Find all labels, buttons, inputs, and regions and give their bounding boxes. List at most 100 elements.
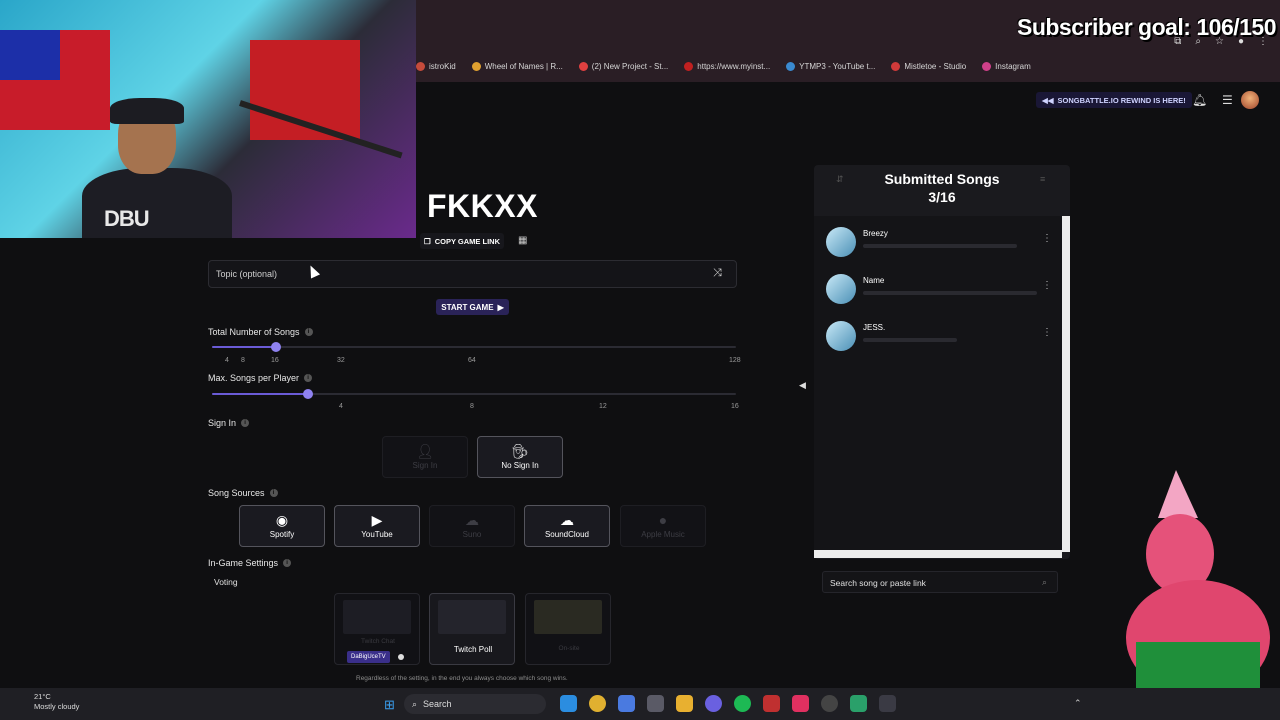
game-title: FKKXX (427, 188, 538, 224)
source-apple-music[interactable]: ● Apple Music (620, 505, 706, 547)
max-songs-label: Max. Songs per Player i (208, 373, 313, 383)
bookmark-item[interactable]: istroKid (416, 61, 456, 71)
song-placeholder-bar (863, 338, 957, 342)
spotify-icon: ◉ (275, 512, 289, 528)
list-item[interactable]: JESS. ⋮ (826, 321, 1056, 355)
chevron-up-icon[interactable]: ⌃ (1074, 698, 1082, 709)
avatar[interactable] (1241, 91, 1259, 109)
shirt-logo: DBU (104, 206, 150, 231)
song-avatar (826, 321, 856, 351)
list-item[interactable]: Name ⋮ (826, 274, 1056, 308)
bookmark-item[interactable]: (2) New Project - St... (578, 61, 668, 71)
streamer-cap (110, 98, 184, 124)
taskbar-search[interactable]: ⌕ Search (404, 694, 546, 714)
more-options-icon[interactable]: ⋮ (1042, 233, 1052, 244)
copy-game-link-button[interactable]: ❐ COPY GAME LINK (420, 233, 504, 249)
star-icon[interactable]: ☆ (1215, 36, 1224, 47)
overlay-character-image (1106, 470, 1280, 700)
soundcloud-icon: ☁ (560, 512, 574, 528)
more-icon[interactable]: ⋮ (1258, 36, 1268, 47)
start-game-button[interactable]: START GAME ▶ (436, 299, 509, 315)
settings-icon[interactable] (647, 695, 664, 712)
obs-icon[interactable] (821, 695, 838, 712)
info-icon[interactable]: i (283, 559, 292, 567)
spotify-icon[interactable] (734, 695, 751, 712)
info-icon[interactable]: i (269, 489, 278, 497)
rewind-banner-button[interactable]: ◀◀ SONGBATTLE.IO REWIND IS HERE! (1036, 92, 1192, 108)
voting-label: Voting (214, 577, 238, 587)
bell-icon[interactable]: 🔔︎ (1192, 93, 1207, 107)
bookmark-favicon-icon (578, 61, 588, 71)
horizontal-scrollbar[interactable] (814, 550, 1062, 558)
windows-start-icon[interactable]: ⊞ (384, 697, 395, 713)
topic-input[interactable] (208, 260, 737, 288)
copilot-icon[interactable] (618, 695, 635, 712)
twitch-poll-preview (438, 600, 506, 634)
chrome-icon[interactable] (589, 695, 606, 712)
extension-icon[interactable]: ⧉ (1174, 36, 1181, 47)
youtube-icon: ▶ (371, 512, 383, 528)
copy-icon: ❐ (423, 236, 431, 246)
info-icon[interactable]: i (304, 328, 313, 336)
list-item[interactable]: Breezy ⋮ (826, 227, 1056, 261)
edge-icon[interactable] (560, 695, 577, 712)
discord-icon[interactable] (705, 695, 722, 712)
app-icon[interactable] (763, 695, 780, 712)
topic-placeholder: Topic (optional) (216, 269, 278, 279)
source-soundcloud[interactable]: ☁ SoundCloud (524, 505, 610, 547)
twitch-chat-preview (343, 600, 411, 634)
vertical-scrollbar[interactable] (1062, 216, 1070, 552)
song-avatar (826, 274, 856, 304)
whatsapp-icon[interactable] (850, 695, 867, 712)
suno-icon: ☁ (465, 512, 479, 528)
bookmark-favicon-icon (982, 61, 992, 71)
in-game-settings-label: In-Game Settings i (208, 558, 292, 568)
tiktok-icon[interactable] (792, 695, 809, 712)
slider-tick: 32 (337, 357, 345, 364)
weather-widget[interactable]: 21°C Mostly cloudy (10, 692, 79, 712)
voting-on-site[interactable]: On-site (525, 593, 611, 665)
voting-twitch-poll[interactable]: Twitch Poll (429, 593, 515, 665)
source-spotify[interactable]: ◉ Spotify (239, 505, 325, 547)
max-songs-slider-fill (212, 393, 308, 395)
qr-code-icon[interactable]: ▦ (518, 235, 529, 246)
total-songs-slider-handle[interactable] (271, 342, 281, 352)
info-icon[interactable]: i (241, 419, 250, 427)
app-icon[interactable] (879, 695, 896, 712)
more-options-icon[interactable]: ⋮ (1042, 327, 1052, 338)
profile-icon[interactable]: ● (1238, 36, 1244, 47)
source-suno[interactable]: ☁ Suno (429, 505, 515, 547)
total-songs-slider-fill (212, 346, 276, 348)
max-songs-slider-handle[interactable] (303, 389, 313, 399)
search-icon[interactable]: ⌕ (1042, 577, 1047, 588)
total-songs-slider-track[interactable] (212, 346, 736, 348)
hamburger-menu-icon[interactable]: ☰ (1222, 93, 1233, 107)
incognito-icon: 🕵︎ (511, 443, 529, 459)
song-placeholder-bar (863, 244, 1017, 248)
bookmarks-bar: istroKid Wheel of Names | R... (2) New P… (416, 56, 1031, 76)
apple-icon: ● (658, 512, 668, 528)
twitch-channel-tag: DaBigUceTV (347, 651, 390, 663)
bookmark-item[interactable]: YTMP3 - YouTube t... (786, 61, 875, 71)
more-options-icon[interactable]: ⋮ (1042, 280, 1052, 291)
bookmark-item[interactable]: Wheel of Names | R... (471, 61, 563, 71)
no-sign-in-option[interactable]: 🕵︎ No Sign In (477, 436, 563, 478)
song-sources-label: Song Sources i (208, 488, 278, 498)
voting-note: Regardless of the setting, in the end yo… (356, 675, 568, 682)
sign-in-label: Sign In i (208, 418, 250, 428)
collapse-panel-icon[interactable]: ◀ (799, 380, 806, 391)
slider-tick: 16 (271, 357, 279, 364)
total-songs-label: Total Number of Songs i (208, 327, 313, 337)
slider-tick: 8 (470, 403, 474, 410)
folder-icon[interactable] (676, 695, 693, 712)
bookmark-item[interactable]: Instagram (982, 61, 1031, 71)
shuffle-icon[interactable]: ⤨ (713, 267, 722, 280)
bookmark-item[interactable]: https://www.myinst... (684, 61, 770, 71)
source-youtube[interactable]: ▶ YouTube (334, 505, 420, 547)
sign-in-option[interactable]: 👤︎ Sign In (382, 436, 468, 478)
zoom-icon[interactable]: ⌕ (1195, 36, 1201, 47)
bookmark-item[interactable]: Mistletoe - Studio (891, 61, 966, 71)
slider-tick: 12 (599, 403, 607, 410)
submitted-count: 3/16 (928, 189, 956, 205)
info-icon[interactable]: i (304, 374, 313, 382)
